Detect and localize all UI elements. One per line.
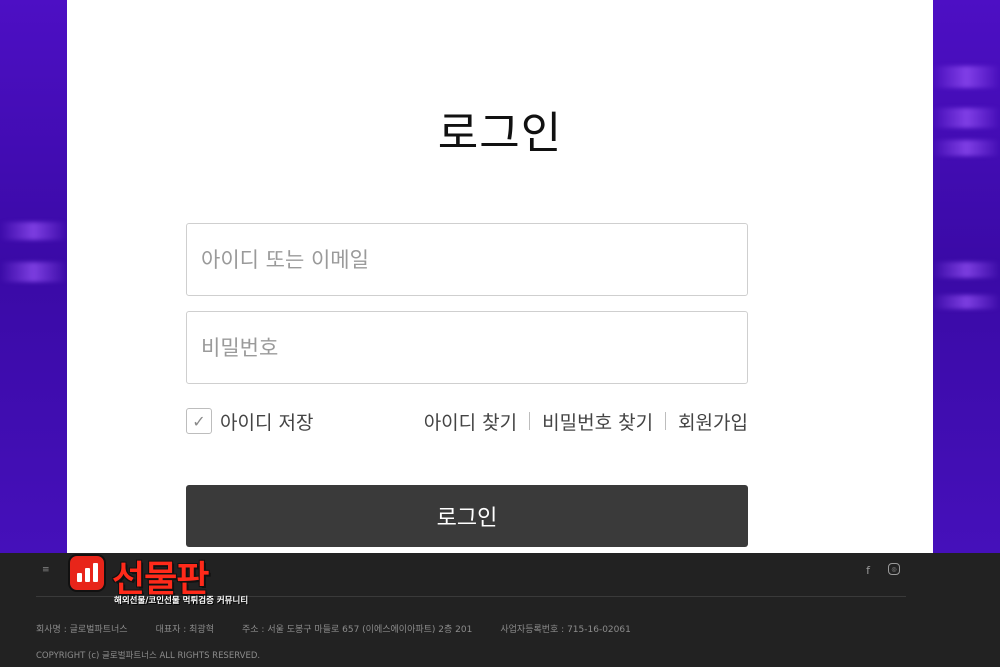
find-id-link[interactable]: 아이디 찾기 <box>424 408 517 435</box>
remember-id-checkbox[interactable]: ✓ <box>186 408 212 434</box>
menu-icon[interactable]: ≡ <box>42 565 50 575</box>
background-stripe <box>933 295 1000 309</box>
business-number: 사업자등록번호 : 715-16-02061 <box>500 625 631 635</box>
id-field <box>186 223 748 296</box>
background-stripe <box>933 66 1000 88</box>
remember-id-toggle[interactable]: ✓ 아이디 저장 <box>186 408 313 435</box>
background-stripe <box>933 140 1000 156</box>
password-field <box>186 311 748 384</box>
background-stripe <box>933 262 1000 278</box>
account-links: 아이디 찾기 비밀번호 찾기 회원가입 <box>424 408 748 435</box>
background-stripe <box>0 222 67 240</box>
instagram-icon[interactable]: ◎ <box>888 563 900 575</box>
check-icon: ✓ <box>192 411 206 431</box>
copyright-text: COPYRIGHT (c) 글로벌파트너스 ALL RIGHTS RESERVE… <box>36 651 261 661</box>
find-password-link[interactable]: 비밀번호 찾기 <box>542 408 653 435</box>
company-name: 회사명 : 글로벌파트너스 <box>36 625 128 635</box>
chart-logo-icon <box>68 554 106 592</box>
logo-subtitle: 해외선물/코인선물 먹튀검증 커뮤니티 <box>114 596 249 606</box>
signup-link[interactable]: 회원가입 <box>678 408 748 435</box>
site-logo[interactable]: 선물판 해외선물/코인선물 먹튀검증 커뮤니티 <box>62 550 248 612</box>
company-address: 주소 : 서울 도봉구 마들로 657 (이에스에이아파트) 2층 201 <box>242 625 473 635</box>
facebook-icon[interactable]: f <box>861 563 875 577</box>
password-input[interactable] <box>187 312 747 383</box>
login-button[interactable]: 로그인 <box>186 485 748 547</box>
background-stripe <box>0 262 67 282</box>
id-input[interactable] <box>187 224 747 295</box>
company-info: 회사명 : 글로벌파트너스 대표자 : 최광혁 주소 : 서울 도봉구 마들로 … <box>36 622 631 635</box>
ceo-name: 대표자 : 최광혁 <box>155 625 214 635</box>
link-divider <box>665 412 667 430</box>
link-divider <box>529 412 531 430</box>
remember-id-label: 아이디 저장 <box>220 411 314 434</box>
page-title: 로그인 <box>437 108 563 159</box>
login-options: ✓ 아이디 저장 아이디 찾기 비밀번호 찾기 회원가입 <box>186 404 748 438</box>
login-panel: 로그인 ✓ 아이디 저장 아이디 찾기 비밀번호 찾기 회원가입 로그인 <box>67 0 933 555</box>
background-stripe <box>933 108 1000 128</box>
